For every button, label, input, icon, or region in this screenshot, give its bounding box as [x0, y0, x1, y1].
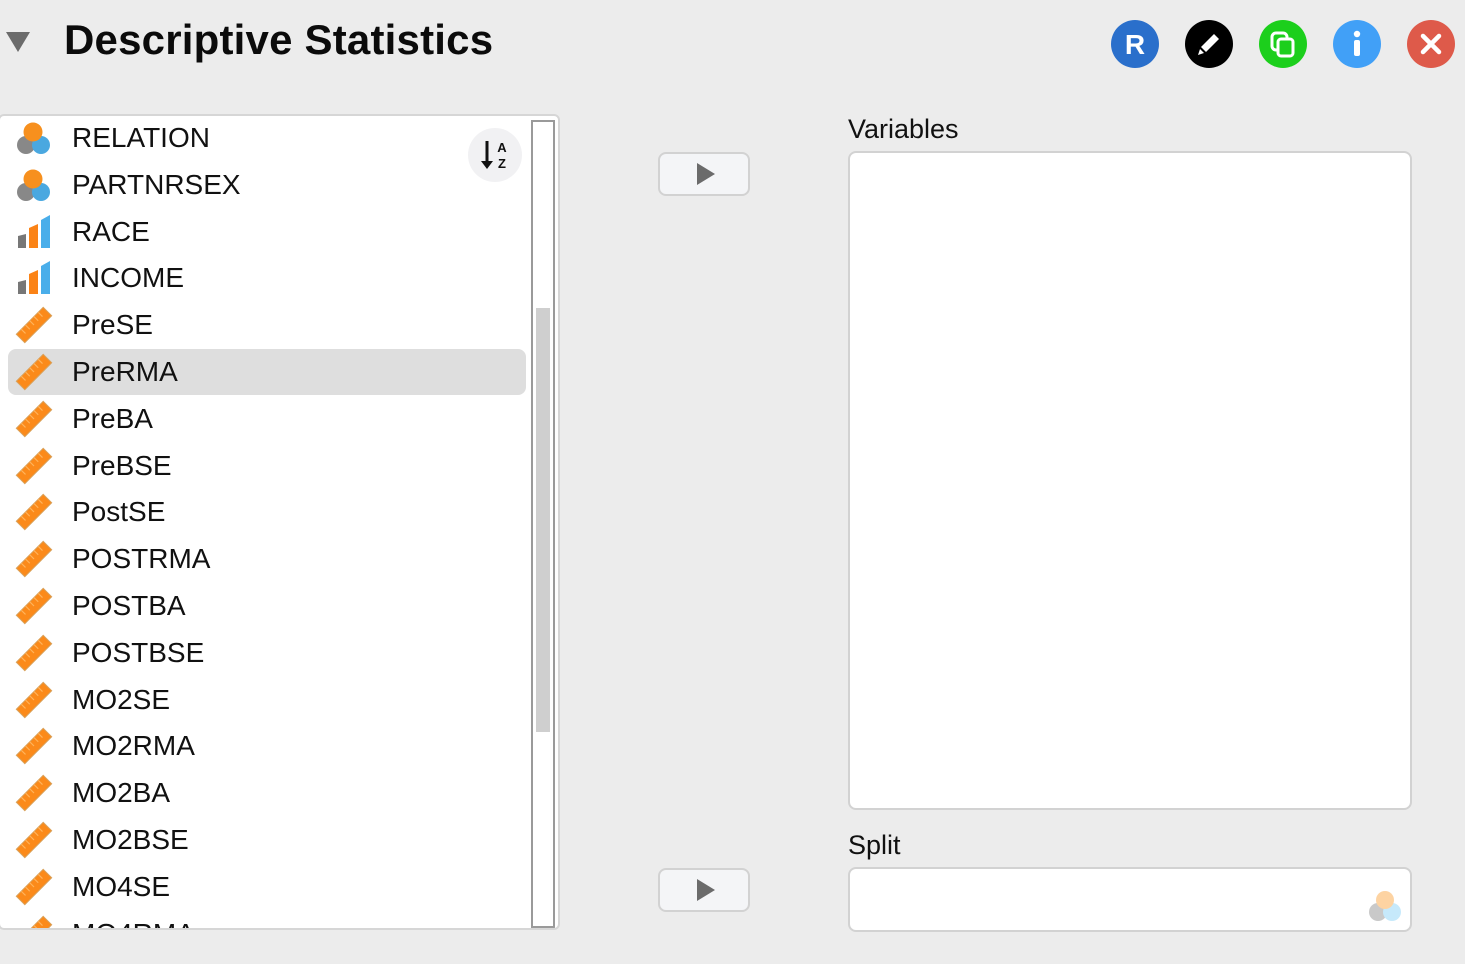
variable-list-item[interactable]: POSTRMA [8, 536, 526, 582]
nominal-variable-icon [14, 118, 54, 158]
scale-variable-icon [14, 773, 54, 813]
variable-list-item[interactable]: MO2RMA [8, 723, 526, 769]
scale-variable-icon [14, 539, 54, 579]
variable-list-item[interactable]: POSTBA [8, 583, 526, 629]
scale-variable-icon [14, 633, 54, 673]
variable-list-item[interactable]: MO2SE [8, 677, 526, 723]
variables-drop-box[interactable] [848, 151, 1412, 810]
variable-label: PostSE [72, 496, 166, 528]
source-variable-list: RELATION PARTNRSEX RACE INCOME PreSE PreRMA Pr… [0, 114, 560, 930]
split-label: Split [848, 830, 901, 860]
scale-variable-icon [14, 352, 54, 392]
variable-list-item[interactable]: PreRMA [8, 349, 526, 395]
variable-label: INCOME [72, 262, 184, 294]
collapse-toggle[interactable] [6, 32, 30, 52]
variable-label: MO2BSE [72, 824, 189, 855]
variable-list-item[interactable]: MO4RMA [8, 911, 526, 928]
analysis-title: Descriptive Statistics [64, 16, 494, 63]
scale-variable-icon [14, 680, 54, 720]
arrow-right-icon [697, 879, 715, 901]
variable-label: POSTRMA [72, 543, 211, 575]
variable-label: PreSE [72, 309, 153, 341]
variable-list-item[interactable]: INCOME [8, 255, 526, 301]
variable-list: RELATION PARTNRSEX RACE INCOME PreSE PreRMA Pr… [0, 116, 528, 928]
scale-variable-icon [14, 492, 54, 532]
move-to-variables-button[interactable] [658, 152, 750, 196]
scale-variable-icon [14, 305, 54, 345]
move-to-split-button[interactable] [658, 868, 750, 912]
variable-list-item[interactable]: PostSE [8, 489, 526, 535]
variable-label: MO4RMA [72, 918, 195, 928]
split-drop-box[interactable] [848, 867, 1412, 932]
variable-label: MO2BA [72, 777, 171, 809]
variable-label: RELATION [72, 122, 210, 153]
pencil-icon [1198, 34, 1219, 55]
variable-list-item[interactable]: RACE [8, 209, 526, 255]
sort-button[interactable]: AZ [468, 128, 522, 182]
analysis-toolbar: R [1111, 20, 1455, 68]
svg-text:A: A [497, 140, 507, 155]
scale-variable-icon [14, 820, 54, 860]
variable-list-item[interactable]: RELATION [8, 116, 526, 161]
r-icon: R [1125, 29, 1145, 59]
variable-label: MO2SE [72, 683, 171, 715]
copy-icon [1270, 31, 1295, 58]
variable-list-item[interactable]: PreSE [8, 302, 526, 348]
edit-button[interactable] [1185, 20, 1233, 68]
scale-variable-icon [14, 446, 54, 486]
variable-label: PreBA [72, 402, 153, 434]
variable-label: MO4SE [72, 870, 171, 902]
sort-alpha-icon: AZ [481, 140, 507, 171]
variable-label: RACE [72, 215, 150, 247]
variable-list-item[interactable]: MO4SE [8, 864, 526, 910]
close-icon [1420, 33, 1442, 55]
info-icon [1353, 30, 1361, 56]
scale-variable-icon [14, 867, 54, 907]
duplicate-button[interactable] [1259, 20, 1307, 68]
variable-list-item[interactable]: PreBA [8, 396, 526, 442]
variable-label: PARTNRSEX [72, 168, 241, 200]
variable-list-item[interactable]: PARTNRSEX [8, 162, 526, 208]
variable-label: POSTBA [72, 590, 186, 621]
variable-label: MO2RMA [72, 730, 195, 762]
scale-variable-icon [14, 914, 54, 928]
arrow-right-icon [697, 163, 715, 185]
variable-list-item[interactable]: POSTBSE [8, 630, 526, 676]
close-button[interactable] [1407, 20, 1455, 68]
variable-list-item[interactable]: MO2BA [8, 770, 526, 816]
nominal-variable-icon [14, 165, 54, 205]
scrollbar-thumb[interactable] [536, 308, 550, 732]
list-scrollbar[interactable] [531, 120, 555, 928]
ordinal-variable-icon [14, 258, 54, 298]
variable-label: PreBSE [72, 449, 172, 481]
variable-list-item[interactable]: PreBSE [8, 443, 526, 489]
scale-variable-icon [14, 586, 54, 626]
r-syntax-button[interactable]: R [1111, 20, 1159, 68]
info-button[interactable] [1333, 20, 1381, 68]
variables-label: Variables [848, 114, 959, 144]
scale-variable-icon [14, 399, 54, 439]
nominal-variable-icon [1369, 891, 1401, 921]
svg-text:Z: Z [498, 156, 506, 171]
svg-text:R: R [1125, 29, 1145, 59]
variable-label: PreRMA [72, 356, 178, 387]
variable-list-item[interactable]: MO2BSE [8, 817, 526, 863]
scale-variable-icon [14, 726, 54, 766]
variable-label: POSTBSE [72, 636, 205, 668]
ordinal-variable-icon [14, 212, 54, 252]
